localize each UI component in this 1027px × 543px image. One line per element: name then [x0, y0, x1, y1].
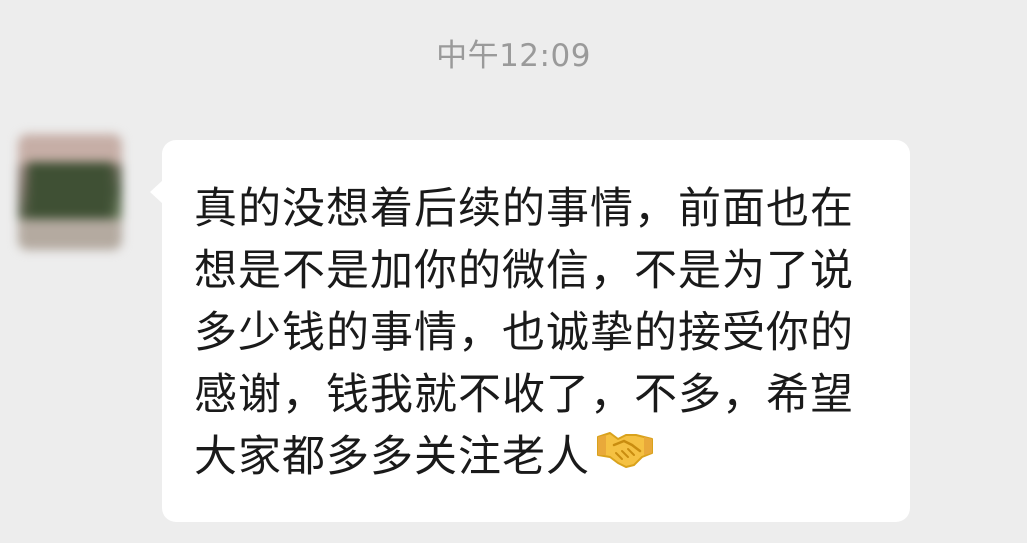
handshake-icon — [596, 423, 654, 486]
message-line-4: 感谢，钱我就不收了，不多，希望 — [194, 370, 854, 420]
message-line-3: 多少钱的事情，也诚挚的接受你的 — [194, 308, 854, 358]
message-line-2: 想是不是加你的微信，不是为了说 — [194, 246, 854, 296]
chat-area: 中午12:09 真的没想着后续的事情，前面也在 想是不是加你的微信，不是为了说 … — [0, 0, 1027, 543]
message-bubble[interactable]: 真的没想着后续的事情，前面也在 想是不是加你的微信，不是为了说 多少钱的事情，也… — [150, 140, 910, 522]
message-line-5-text: 大家都多多关注老人 — [194, 432, 590, 482]
message-line-5: 大家都多多关注老人 — [194, 426, 882, 488]
bubble-tail — [150, 180, 163, 204]
message-line-1: 真的没想着后续的事情，前面也在 — [194, 184, 854, 234]
sender-avatar[interactable] — [18, 134, 122, 250]
message-timestamp: 中午12:09 — [436, 38, 591, 74]
